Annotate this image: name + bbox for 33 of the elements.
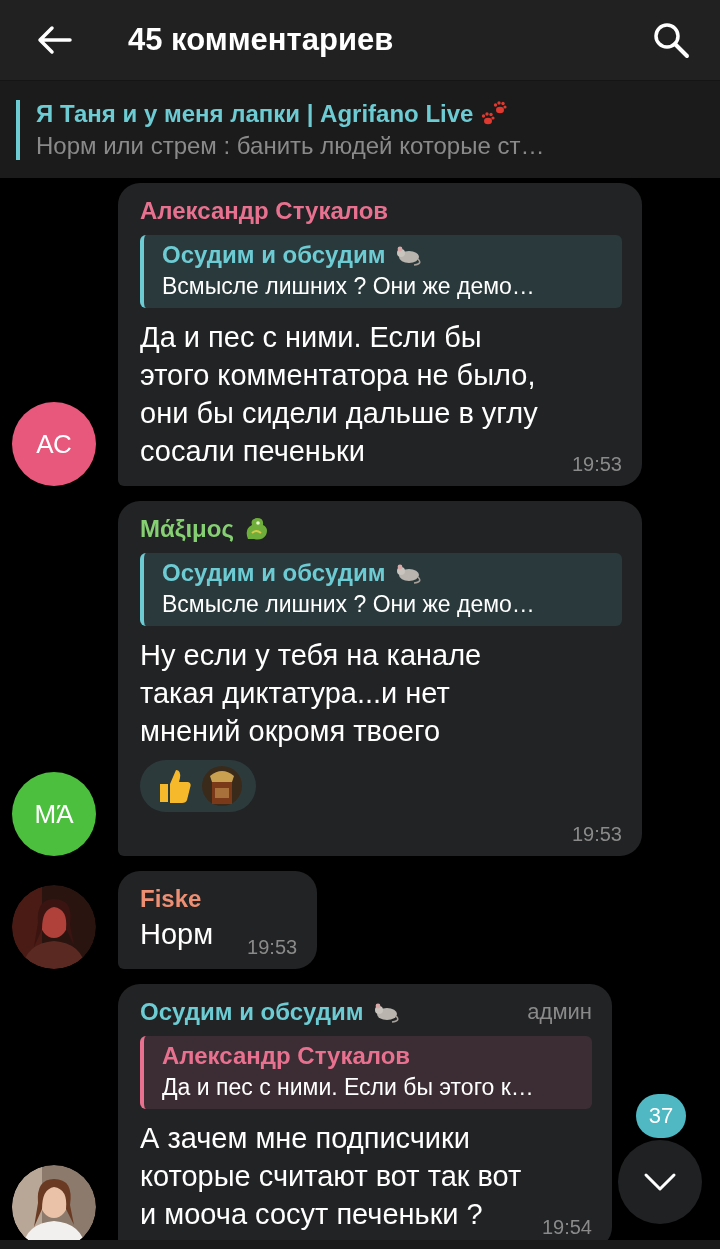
pinned-message-bar[interactable]: Я Таня и у меня лапки | Agrifano Live Норм или стрем : банить людей которые ст…	[0, 80, 720, 178]
author-name[interactable]: Μάξιμος	[140, 515, 234, 543]
message-time: 19:53	[571, 453, 622, 476]
reactions-pill[interactable]	[140, 760, 256, 812]
reply-text: Всмысле лишних ? Они же демо…	[162, 591, 536, 618]
message-text: Да и пес с ними. Если бы этого комментатора не было, они бы сидели дальше в углу сосали печеньки	[140, 320, 539, 469]
reply-author: Осудим и обсудим	[162, 559, 386, 587]
reply-author: Осудим и обсудим	[162, 241, 386, 269]
author-name[interactable]: Fiske	[140, 885, 202, 913]
unread-count: 37	[636, 1094, 686, 1138]
reply-author: Александр Стукалов	[162, 1042, 411, 1070]
reply-quote[interactable]: Осудим и обсудим Всмысле лишних ? Они же демо…	[140, 235, 622, 308]
message-time: 19:54	[541, 1216, 592, 1239]
search-button[interactable]	[652, 21, 690, 59]
admin-label: админ	[527, 999, 592, 1025]
header-title: 45 комментариев	[128, 22, 395, 58]
message-text: Ну если у тебя на канале такая диктатура...и нет мнений окромя твоего	[140, 638, 483, 749]
search-icon	[652, 21, 690, 59]
message-time: 19:53	[247, 936, 298, 959]
message-text: А зачем мне подписчики которые считают вот так вот и мооча сосут печеньки ?	[140, 1121, 523, 1232]
reply-quote[interactable]: Осудим и обсудим Всмысле лишних ? Они же демо…	[140, 553, 622, 626]
pinned-text: Норм или стрем : банить людей которые ст…	[36, 131, 545, 160]
back-arrow-icon	[36, 25, 72, 55]
author-name[interactable]: Александр Стукалов	[140, 197, 389, 225]
reply-text: Да и пес с ними. Если бы этого к…	[162, 1074, 535, 1101]
message-text: Норм	[140, 917, 214, 952]
back-button[interactable]	[36, 25, 72, 55]
chevron-down-icon	[643, 1172, 677, 1192]
message-time: 19:53	[571, 823, 622, 846]
pinned-title: Я Таня и у меня лапки | Agrifano Live	[36, 99, 474, 128]
reply-text: Всмысле лишних ? Они же демо…	[162, 273, 536, 300]
reply-quote[interactable]: Александр Стукалов Да и пес с ними. Если бы этого к…	[140, 1036, 592, 1109]
author-name[interactable]: Осудим и обсудим	[140, 998, 364, 1026]
